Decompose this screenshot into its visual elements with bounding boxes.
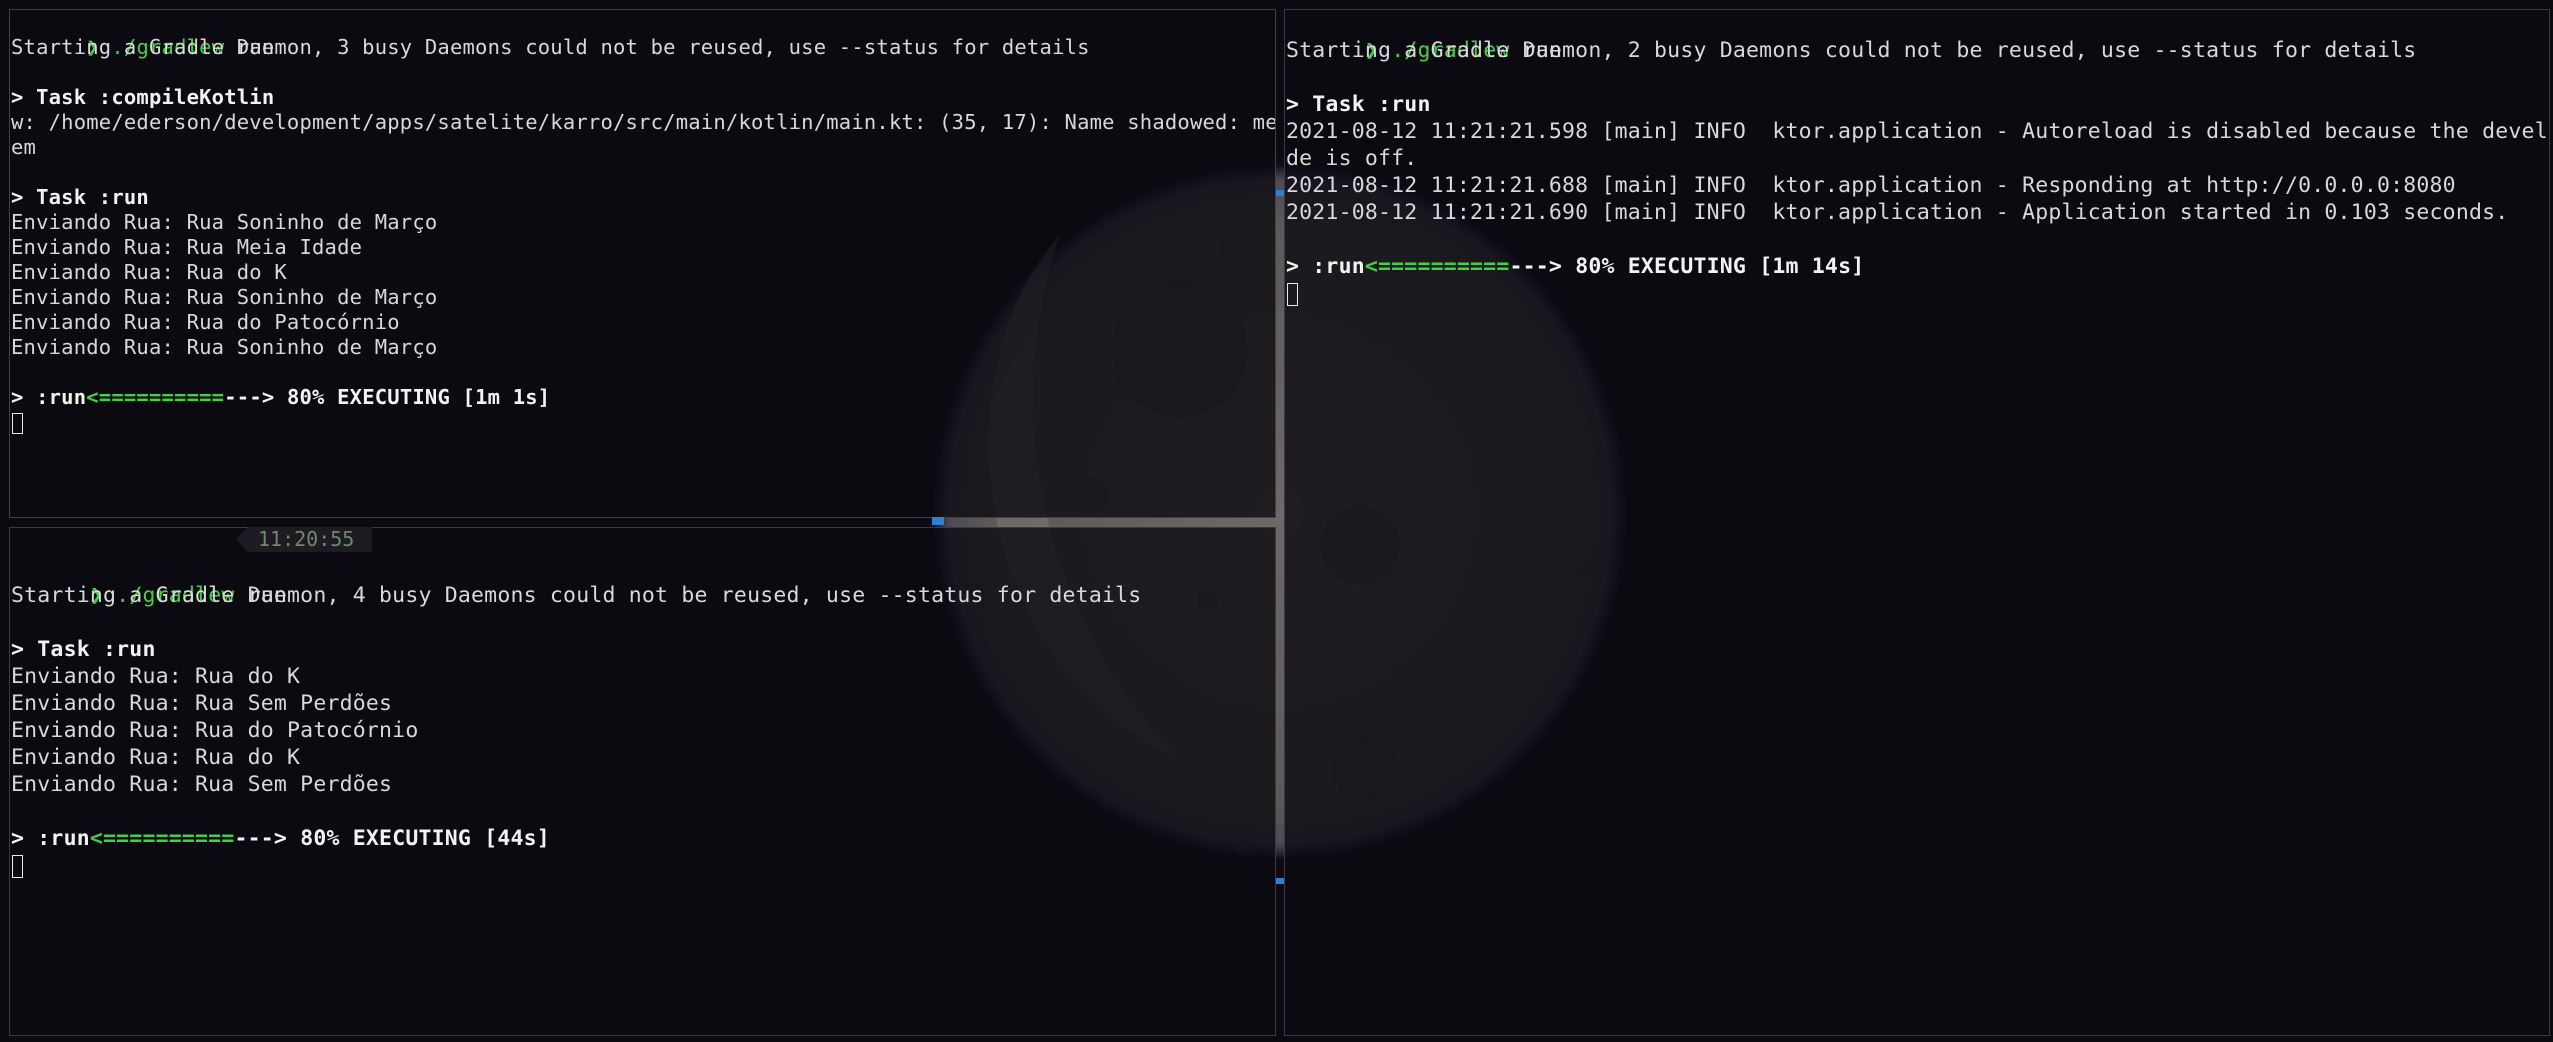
progress-bar-done: <========== (89, 826, 235, 851)
terminal-pane-right[interactable]: ❯ ./gradlew run Starting a Gradle Daemon… (1284, 9, 2550, 1036)
log-line-wrap: de is off. (1286, 146, 1418, 171)
log-line: 2021-08-12 11:21:21.688 [main] INFO ktor… (1286, 173, 2456, 198)
output-line: Enviando Rua: Rua Meia Idade (11, 235, 363, 259)
progress-line: <==========---> 80% EXECUTING [1m 1s] (11, 360, 1275, 409)
text-cursor (12, 412, 23, 434)
output-line: Enviando Rua: Rua do K (11, 260, 287, 284)
prompt-line: ❯ ./gradlew run (11, 10, 1275, 59)
prompt-line: ❯ ./gradlew run (1286, 10, 2549, 63)
task-header: > Task :run (11, 637, 156, 662)
cursor-line[interactable] (1286, 280, 2549, 307)
task-header: > Task :run (1286, 92, 1431, 117)
output-line: Enviando Rua: Rua Soninho de Março (11, 285, 438, 309)
progress-status: ---> 80% EXECUTING [44s] (234, 826, 550, 851)
warning-line-wrap: em (11, 135, 37, 159)
progress-line: <==========---> 80% EXECUTING [1m 14s] (1286, 226, 2549, 279)
progress-bar-done: <========== (1364, 254, 1510, 279)
output-line: Enviando Rua: Rua Soninho de Março (11, 210, 438, 234)
task-header: > Task :compileKotlin (11, 85, 275, 109)
text-cursor (12, 854, 23, 878)
daemon-status-line: Starting a Gradle Daemon, 2 busy Daemons… (1286, 38, 2417, 63)
output-line: Enviando Rua: Rua do K (11, 745, 301, 770)
output-line: Enviando Rua: Rua do Patocórnio (11, 718, 419, 743)
log-line: 2021-08-12 11:21:21.598 [main] INFO ktor… (1286, 119, 2550, 144)
text-cursor (1287, 282, 1298, 306)
output-line: Enviando Rua: Rua do Patocórnio (11, 310, 400, 334)
cursor-line[interactable] (11, 410, 1275, 435)
log-line: 2021-08-12 11:21:21.690 [main] INFO ktor… (1286, 200, 2509, 225)
output-line: Enviando Rua: Rua Sem Perdões (11, 691, 393, 716)
daemon-status-line: Starting a Gradle Daemon, 3 busy Daemons… (11, 35, 1090, 59)
focus-indicator (1276, 878, 1284, 884)
prompt-line: ❯ ./gradlew run (11, 555, 1141, 608)
progress-status: ---> 80% EXECUTING [1m 14s] (1509, 254, 1865, 279)
warning-line: w: /home/ederson/development/apps/sateli… (11, 110, 1276, 134)
daemon-status-line: Starting a Gradle Daemon, 4 busy Daemons… (11, 583, 1142, 608)
cursor-line[interactable] (11, 852, 1141, 879)
progress-line: <==========---> 80% EXECUTING [44s] (11, 798, 1141, 851)
focus-indicator (932, 517, 944, 525)
terminal-pane-bottom-left[interactable]: ❯ ./gradlew run Starting a Gradle Daemon… (9, 527, 1276, 1036)
terminal-pane-top-left[interactable]: ❯ ./gradlew run Starting a Gradle Daemon… (9, 9, 1276, 518)
output-line: Enviando Rua: Rua do K (11, 664, 301, 689)
progress-bar-done: <========== (86, 385, 225, 409)
output-line: Enviando Rua: Rua Sem Perdões (11, 772, 393, 797)
focus-indicator (1276, 190, 1284, 196)
progress-status: ---> 80% EXECUTING [1m 1s] (224, 385, 551, 409)
output-line: Enviando Rua: Rua Soninho de Março (11, 335, 438, 359)
status-time: 11:20:55 (236, 527, 373, 552)
task-header: > Task :run (11, 185, 149, 209)
